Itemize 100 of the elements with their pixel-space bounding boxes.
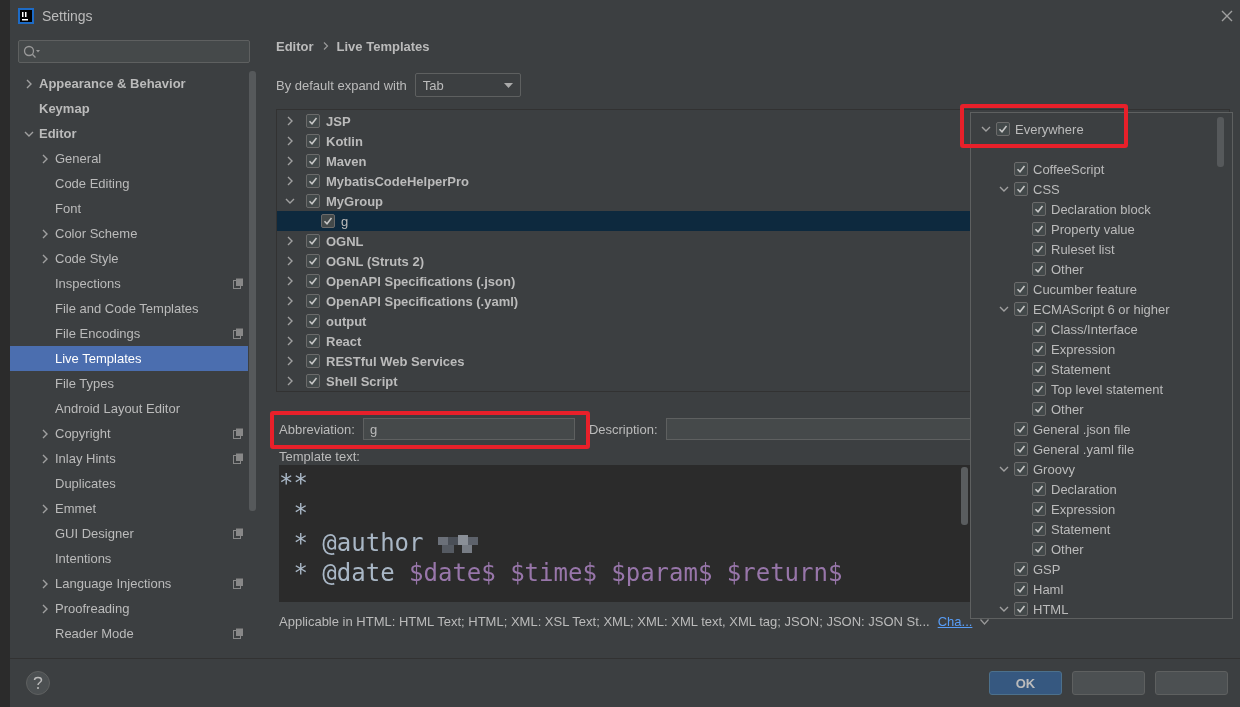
checkbox[interactable] bbox=[1032, 482, 1046, 496]
checkbox[interactable] bbox=[306, 194, 320, 208]
template-editor[interactable]: ** * * @author * @date $date$ $time$ $param$ $return$ bbox=[279, 465, 970, 602]
scrollbar[interactable] bbox=[249, 71, 256, 511]
checkbox[interactable] bbox=[1032, 362, 1046, 376]
field-label: Template text: bbox=[279, 449, 360, 465]
sidebar-item[interactable]: Font bbox=[10, 196, 248, 221]
context-row[interactable]: Expression bbox=[971, 499, 1232, 519]
dialog-button[interactable]: OK bbox=[989, 671, 1062, 695]
checkbox[interactable] bbox=[1014, 422, 1028, 436]
context-row[interactable]: ECMAScript 6 or higher bbox=[971, 299, 1232, 319]
redaction-mark bbox=[437, 535, 480, 555]
context-row[interactable]: Haml bbox=[971, 579, 1232, 599]
context-row[interactable]: CoffeeScript bbox=[971, 159, 1232, 179]
sidebar-item[interactable]: GUI Designer bbox=[10, 521, 248, 546]
window-title: Settings bbox=[42, 8, 94, 24]
context-row[interactable]: Top level statement bbox=[971, 379, 1232, 399]
checkbox[interactable] bbox=[306, 374, 320, 388]
sidebar-item[interactable]: Copyright bbox=[10, 421, 248, 446]
checkbox[interactable] bbox=[1014, 602, 1028, 616]
checkbox[interactable] bbox=[996, 122, 1010, 136]
sidebar-item[interactable]: File Types bbox=[10, 371, 248, 396]
checkbox[interactable] bbox=[1014, 442, 1028, 456]
checkbox[interactable] bbox=[1014, 162, 1028, 176]
context-row[interactable]: Other bbox=[971, 259, 1232, 279]
checkbox[interactable] bbox=[1014, 282, 1028, 296]
context-row[interactable]: General .json file bbox=[971, 419, 1232, 439]
checkbox[interactable] bbox=[306, 174, 320, 188]
sidebar-item[interactable]: Proofreading bbox=[10, 596, 248, 621]
sidebar-item[interactable]: Android Layout Editor bbox=[10, 396, 248, 421]
checkbox[interactable] bbox=[306, 334, 320, 348]
search-field[interactable] bbox=[18, 40, 250, 63]
checkbox[interactable] bbox=[1032, 322, 1046, 336]
scrollbar[interactable] bbox=[961, 467, 968, 525]
sidebar-item[interactable]: Duplicates bbox=[10, 471, 248, 496]
checkbox[interactable] bbox=[1032, 402, 1046, 416]
checkbox[interactable] bbox=[1032, 382, 1046, 396]
sidebar-item[interactable]: File and Code Templates bbox=[10, 296, 248, 321]
checkbox[interactable] bbox=[306, 114, 320, 128]
sidebar-item[interactable]: Language Injections bbox=[10, 571, 248, 596]
checkbox[interactable] bbox=[1014, 462, 1028, 476]
sidebar-item[interactable]: Reader Mode bbox=[10, 621, 248, 646]
checkbox[interactable] bbox=[306, 314, 320, 328]
context-row[interactable]: Cucumber feature bbox=[971, 279, 1232, 299]
checkbox[interactable] bbox=[1014, 182, 1028, 196]
context-row[interactable]: Statement bbox=[971, 359, 1232, 379]
template-variable: $date$ bbox=[409, 558, 496, 588]
chevron-down-icon[interactable] bbox=[980, 618, 990, 625]
sidebar-item[interactable]: Code Editing bbox=[10, 171, 248, 196]
sidebar-item[interactable]: File Encodings bbox=[10, 321, 248, 346]
context-row[interactable]: HTML bbox=[971, 599, 1232, 618]
close-icon[interactable] bbox=[1220, 9, 1234, 23]
checkbox[interactable] bbox=[1032, 242, 1046, 256]
checkbox[interactable] bbox=[306, 354, 320, 368]
context-row[interactable]: Other bbox=[971, 539, 1232, 559]
checkbox[interactable] bbox=[1014, 302, 1028, 316]
sidebar-item[interactable]: Keymap bbox=[10, 96, 248, 121]
checkbox[interactable] bbox=[306, 254, 320, 268]
sidebar-item[interactable]: Emmet bbox=[10, 496, 248, 521]
checkbox[interactable] bbox=[1032, 522, 1046, 536]
context-row[interactable]: GSP bbox=[971, 559, 1232, 579]
context-row[interactable]: Declaration bbox=[971, 479, 1232, 499]
checkbox[interactable] bbox=[306, 274, 320, 288]
context-row[interactable]: Statement bbox=[971, 519, 1232, 539]
abbreviation-field[interactable]: g bbox=[362, 418, 575, 440]
checkbox[interactable] bbox=[1032, 542, 1046, 556]
caret-icon bbox=[503, 82, 513, 88]
context-row[interactable]: Ruleset list bbox=[971, 239, 1232, 259]
sidebar-item[interactable]: Inspections bbox=[10, 271, 248, 296]
checkbox[interactable] bbox=[306, 294, 320, 308]
sidebar-item[interactable]: Editor bbox=[10, 121, 248, 146]
context-row[interactable]: Groovy bbox=[971, 459, 1232, 479]
context-row[interactable]: CSS bbox=[971, 179, 1232, 199]
sidebar-item[interactable]: Color Scheme bbox=[10, 221, 248, 246]
change-link[interactable]: Cha... bbox=[937, 614, 973, 629]
checkbox[interactable] bbox=[306, 154, 320, 168]
checkbox[interactable] bbox=[1014, 562, 1028, 576]
checkbox[interactable] bbox=[306, 234, 320, 248]
checkbox[interactable] bbox=[1032, 342, 1046, 356]
sidebar-item[interactable]: General bbox=[10, 146, 248, 171]
sidebar-item[interactable]: Inlay Hints bbox=[10, 446, 248, 471]
sidebar-item[interactable]: Live Templates bbox=[10, 346, 248, 371]
sidebar-item[interactable]: Code Style bbox=[10, 246, 248, 271]
context-row[interactable]: General .yaml file bbox=[971, 439, 1232, 459]
checkbox[interactable] bbox=[1032, 202, 1046, 216]
context-row[interactable]: Class/Interface bbox=[971, 319, 1232, 339]
checkbox[interactable] bbox=[1032, 262, 1046, 276]
sidebar-item[interactable]: Appearance & Behavior bbox=[10, 71, 248, 96]
checkbox[interactable] bbox=[1032, 502, 1046, 516]
expand-key-dropdown[interactable]: Tab bbox=[414, 73, 521, 97]
scrollbar[interactable] bbox=[1217, 117, 1224, 167]
context-row[interactable]: Other bbox=[971, 399, 1232, 419]
checkbox[interactable] bbox=[1032, 222, 1046, 236]
checkbox[interactable] bbox=[1014, 582, 1028, 596]
checkbox[interactable] bbox=[321, 214, 335, 228]
context-row[interactable]: Expression bbox=[971, 339, 1232, 359]
context-row[interactable]: Everywhere bbox=[971, 119, 1232, 139]
checkbox[interactable] bbox=[306, 134, 320, 148]
help-button[interactable] bbox=[26, 671, 50, 695]
sidebar-item[interactable]: Intentions bbox=[10, 546, 248, 571]
